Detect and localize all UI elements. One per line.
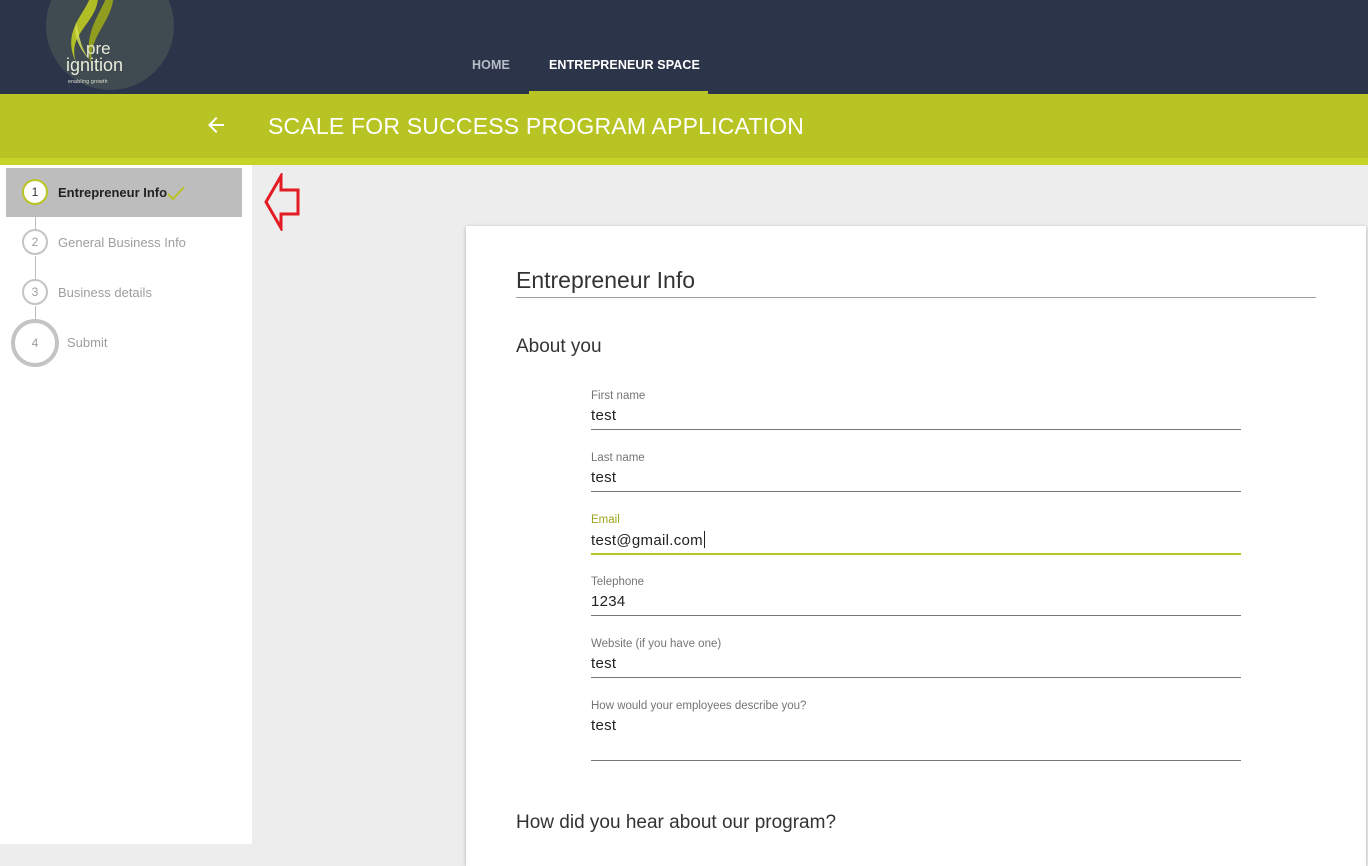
logo-tagline: enabling growth [68,79,108,85]
page-title: SCALE FOR SUCCESS PROGRAM APPLICATION [268,113,805,139]
last-name-input[interactable]: test [591,469,1241,492]
website-field[interactable]: Website (if you have one) test [591,638,1241,678]
last-name-field[interactable]: Last name test [591,452,1241,492]
employees-describe-field[interactable]: How would your employees describe you? t… [591,700,1241,761]
stepper-connector [35,206,36,230]
step-3-number[interactable]: 3 [22,279,48,305]
website-input[interactable]: test [591,655,1241,678]
nav-home[interactable]: HOME [472,58,510,72]
checkmark-icon [167,186,185,201]
first-name-input[interactable]: test [591,407,1241,430]
step-4-number[interactable]: 4 [11,319,59,367]
first-name-field[interactable]: First name test [591,390,1241,430]
telephone-input[interactable]: 1234 [591,593,1241,616]
website-label: Website (if you have one) [591,638,722,650]
top-navbar [0,0,1368,94]
employees-describe-label: How would your employees describe you? [591,700,807,712]
step-2-label[interactable]: General Business Info [58,235,186,250]
section-how-did-you-hear: How did you hear about our program? [516,812,837,833]
stepper-connector [35,306,36,320]
email-input[interactable]: test@gmail.com [591,531,1241,555]
nav-entrepreneur-space[interactable]: ENTREPRENEUR SPACE [549,58,700,72]
stepper-sidebar [0,165,252,844]
annotation-arrow-icon [264,173,300,231]
section-about-you: About you [516,336,602,357]
telephone-field[interactable]: Telephone 1234 [591,576,1241,616]
logo-line-2: ignition [66,55,124,75]
brand-wordmark: pre ignition enabling growth [66,40,124,90]
form-title: Entrepreneur Info [516,267,696,293]
step-4-label[interactable]: Submit [67,335,107,350]
employees-describe-textarea[interactable]: test [591,717,1241,761]
step-2-number[interactable]: 2 [22,229,48,255]
stepper-connector [35,256,36,280]
first-name-label: First name [591,390,646,402]
form-title-divider [516,297,1316,298]
page-header-stripe [0,158,1368,165]
email-label: Email [591,514,620,526]
email-input-text: test@gmail.com [591,532,703,549]
arrow-left-icon[interactable] [204,113,228,137]
email-field[interactable]: Email test@gmail.com [591,514,1241,555]
text-caret [703,531,705,548]
last-name-label: Last name [591,452,645,464]
step-1-number[interactable]: 1 [22,179,48,205]
step-3-label[interactable]: Business details [58,285,152,300]
step-1-label[interactable]: Entrepreneur Info [58,185,167,200]
telephone-label: Telephone [591,576,645,588]
